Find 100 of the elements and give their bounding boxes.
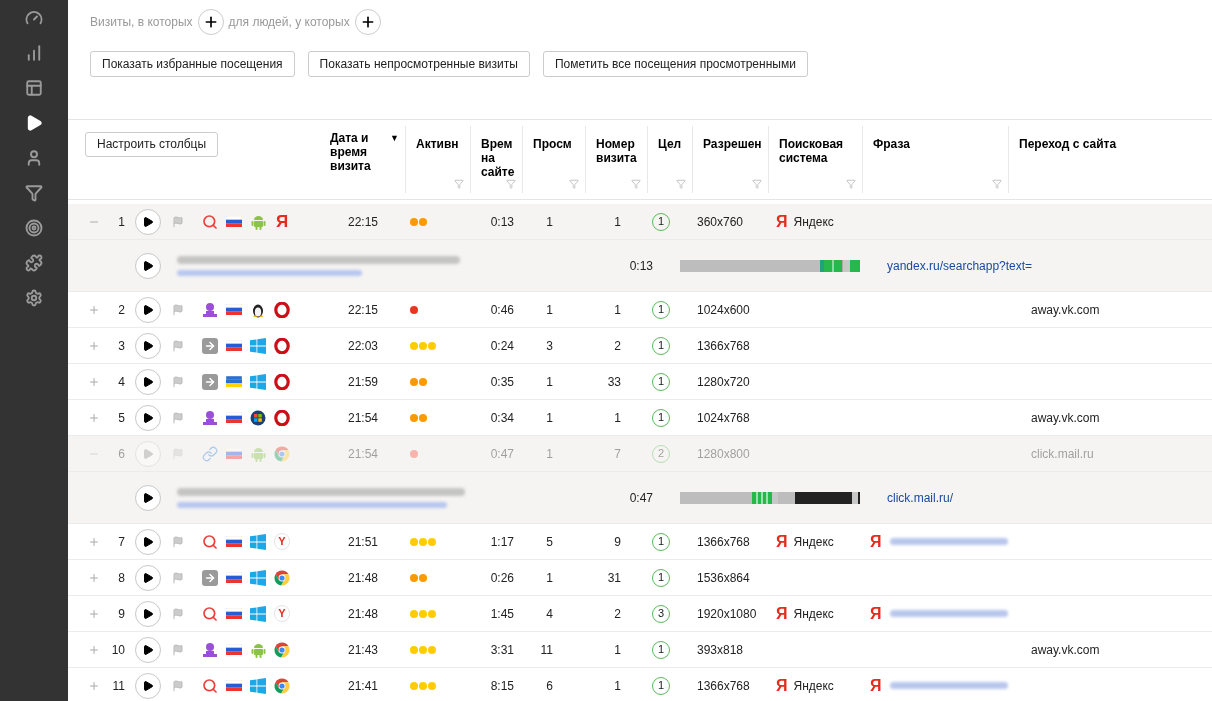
column-header[interactable]: Врем на сайте: [481, 137, 516, 179]
add-condition-button[interactable]: [197, 9, 224, 35]
windows-icon: [250, 677, 266, 694]
play-button[interactable]: [135, 296, 161, 323]
filter-button[interactable]: Пометить все посещения просмотренными: [542, 51, 808, 77]
link-icon: [202, 445, 218, 462]
filter-icon[interactable]: [25, 184, 43, 202]
gauge-icon[interactable]: [25, 9, 43, 27]
yandex-logo: Я: [776, 533, 788, 550]
sort-arrow[interactable]: ▼: [390, 131, 399, 173]
screen-resolution: 1366x768: [697, 533, 750, 551]
play-button[interactable]: [135, 252, 161, 279]
row-number: 6: [118, 445, 125, 463]
play-icon[interactable]: [25, 114, 43, 132]
plus-icon[interactable]: [88, 303, 100, 316]
play-button[interactable]: [135, 404, 161, 431]
flag-icon[interactable]: [172, 571, 184, 584]
visit-duration: 3:31: [490, 641, 514, 659]
orb-icon: [250, 409, 266, 426]
columns-button[interactable]: Настроить столбцы: [85, 131, 219, 157]
windows-icon: [250, 569, 266, 586]
visit-duration: 1:17: [490, 533, 514, 551]
yandex-logo: Я: [275, 213, 289, 230]
yandex-logo: Я: [870, 677, 882, 694]
column-header[interactable]: Активн: [416, 137, 459, 151]
visit-time: 21:48: [347, 569, 378, 587]
column-header[interactable]: Фраза: [873, 137, 910, 151]
visit-time: 21:48: [347, 605, 378, 623]
settings-icon[interactable]: [25, 289, 43, 307]
add-condition-button[interactable]: [354, 9, 381, 35]
plus-icon[interactable]: [88, 375, 100, 388]
target-icon[interactable]: [25, 219, 43, 237]
play-button[interactable]: [135, 368, 161, 395]
play-button[interactable]: [135, 332, 161, 359]
plus-icon[interactable]: [88, 339, 100, 352]
plus-icon[interactable]: [88, 607, 100, 620]
flag-icon[interactable]: [172, 411, 184, 424]
page-views: 1: [546, 445, 553, 463]
screen-resolution: 1280x800: [697, 445, 750, 463]
flag-icon: [226, 304, 242, 315]
search-engine: Яндекс: [793, 605, 834, 623]
puzzle-icon[interactable]: [25, 254, 43, 272]
row-number: 4: [118, 373, 125, 391]
flag-icon: [226, 340, 242, 351]
page-views: 11: [540, 641, 553, 659]
play-button[interactable]: [135, 528, 161, 555]
flag-icon[interactable]: [172, 303, 184, 316]
screen-resolution: 1920x1080: [697, 605, 757, 623]
screen-resolution: 1536x864: [697, 569, 750, 587]
windows-icon: [250, 605, 266, 622]
visit-duration: 0:34: [490, 409, 514, 427]
row-number: 8: [118, 569, 125, 587]
person-icon: [202, 409, 218, 426]
filter-button[interactable]: Показать избранные посещения: [90, 51, 295, 77]
flag-icon[interactable]: [172, 607, 184, 620]
plus-icon[interactable]: [88, 411, 100, 424]
flag-icon[interactable]: [172, 643, 184, 656]
visit-number: 1: [614, 301, 621, 319]
chrome-icon: [274, 445, 290, 462]
plus-icon[interactable]: [88, 571, 100, 584]
play-icon: [142, 571, 154, 584]
plus-icon[interactable]: [88, 643, 100, 656]
visit-duration: 1:45: [490, 605, 514, 623]
bar-chart-icon[interactable]: [25, 44, 43, 62]
flag-icon[interactable]: [172, 215, 184, 228]
page-link[interactable]: yandex.ru/searchapp?text=: [887, 256, 1033, 275]
screen-resolution: 1024x768: [697, 409, 750, 427]
play-button[interactable]: [135, 600, 161, 627]
column-header[interactable]: Просм: [533, 137, 572, 151]
play-button[interactable]: [135, 672, 161, 699]
page-views: 6: [546, 677, 553, 695]
search-engine: Яндекс: [793, 533, 834, 551]
play-icon: [142, 679, 154, 692]
visit-time: 22:15: [347, 213, 378, 231]
play-icon: [142, 339, 154, 352]
person-icon: [202, 641, 218, 658]
flag-icon[interactable]: [172, 535, 184, 548]
play-button[interactable]: [135, 564, 161, 591]
play-button[interactable]: [135, 208, 161, 235]
plus-icon[interactable]: [88, 535, 100, 548]
robot-icon: [250, 213, 266, 230]
flag-icon[interactable]: [172, 679, 184, 692]
play-icon: [142, 215, 154, 228]
flag-icon[interactable]: [172, 339, 184, 352]
flag-icon: [226, 680, 242, 691]
column-header[interactable]: Разрешен: [703, 137, 762, 151]
plus-icon[interactable]: [88, 679, 100, 692]
filter-button[interactable]: Показать непросмотренные визиты: [307, 51, 530, 77]
user-icon[interactable]: [25, 149, 43, 167]
layout-icon[interactable]: [25, 79, 43, 97]
page-link[interactable]: click.mail.ru/: [887, 488, 953, 507]
flag-icon: [226, 608, 242, 619]
play-button[interactable]: [135, 484, 161, 511]
column-header[interactable]: Цел: [658, 137, 682, 151]
column-header[interactable]: Дата и время визита: [330, 131, 387, 173]
play-button[interactable]: [135, 636, 161, 663]
column-header[interactable]: Номер визита: [596, 137, 641, 165]
flag-icon[interactable]: [172, 375, 184, 388]
column-header[interactable]: Переход с сайта: [1019, 137, 1117, 151]
column-header[interactable]: Поисковая система: [779, 137, 856, 165]
